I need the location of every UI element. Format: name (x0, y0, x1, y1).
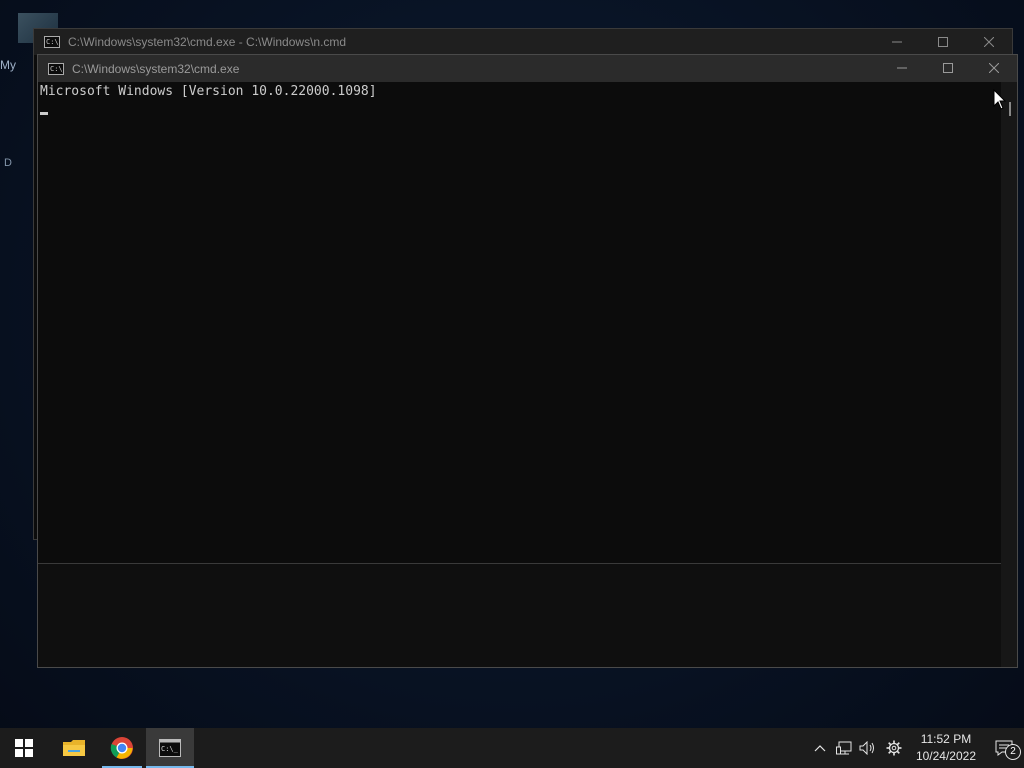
front-window-title: C:\Windows\system32\cmd.exe (72, 61, 240, 76)
show-hidden-icons-button[interactable] (808, 728, 832, 768)
minimize-button[interactable] (879, 55, 925, 81)
action-center-button[interactable]: 2 (984, 728, 1024, 768)
console-lower-pane (38, 564, 1001, 667)
cmd-window-icon: C:\_ (48, 62, 64, 75)
file-explorer-icon (63, 740, 85, 756)
vertical-scrollbar[interactable] (1001, 82, 1017, 667)
console-line: Microsoft Windows [Version 10.0.22000.10… (40, 84, 377, 99)
desktop-icon-label[interactable]: D (4, 157, 12, 169)
back-window-title: C:\Windows\system32\cmd.exe - C:\Windows… (68, 35, 347, 49)
speaker-icon (859, 741, 874, 755)
console-output[interactable]: Microsoft Windows [Version 10.0.22000.10… (38, 82, 1001, 667)
minimize-icon (892, 41, 902, 43)
taskbar: C:\_ 11:52 PM 10/24/2022 2 (0, 728, 1024, 768)
text-cursor (40, 112, 48, 115)
network-icon (835, 741, 852, 755)
minimize-icon (897, 67, 907, 69)
chrome-button[interactable] (98, 728, 146, 768)
front-window-titlebar[interactable]: C:\_ C:\Windows\system32\cmd.exe (38, 55, 1017, 82)
clock-time: 11:52 PM (920, 732, 972, 746)
command-prompt-icon: C:\_ (159, 739, 181, 757)
maximize-icon (938, 37, 948, 47)
system-tray: 11:52 PM 10/24/2022 2 (808, 728, 1024, 768)
command-prompt-button[interactable]: C:\_ (146, 728, 194, 768)
network-button[interactable] (832, 728, 856, 768)
back-window-titlebar[interactable]: C:\_ C:\Windows\system32\cmd.exe - C:\Wi… (34, 29, 1012, 55)
taskbar-clock[interactable]: 11:52 PM 10/24/2022 (908, 731, 984, 765)
cmd-window-icon: C:\_ (44, 36, 60, 48)
start-button[interactable] (0, 728, 48, 768)
file-explorer-button[interactable] (50, 728, 98, 768)
close-icon (984, 37, 994, 47)
chevron-up-icon (814, 745, 826, 752)
gear-icon (886, 740, 902, 756)
clock-date: 10/24/2022 (915, 749, 976, 763)
front-cmd-window[interactable]: C:\_ C:\Windows\system32\cmd.exe Microso… (37, 54, 1018, 668)
maximize-button[interactable] (920, 29, 966, 55)
desktop-icon-label[interactable]: My (0, 58, 16, 72)
close-button[interactable] (966, 29, 1012, 55)
maximize-button[interactable] (925, 55, 971, 81)
chrome-icon (110, 737, 133, 759)
close-button[interactable] (971, 55, 1017, 81)
mouse-pointer-icon (993, 89, 1007, 110)
windows-start-icon (15, 739, 33, 757)
minimize-button[interactable] (874, 29, 920, 55)
volume-button[interactable] (856, 728, 880, 768)
notification-count-badge: 2 (1005, 744, 1021, 760)
svg-text:C:\_: C:\_ (161, 745, 179, 753)
close-icon (989, 63, 999, 73)
settings-button[interactable] (880, 728, 908, 768)
scrollbar-thumb[interactable] (1009, 102, 1011, 116)
maximize-icon (943, 63, 953, 73)
